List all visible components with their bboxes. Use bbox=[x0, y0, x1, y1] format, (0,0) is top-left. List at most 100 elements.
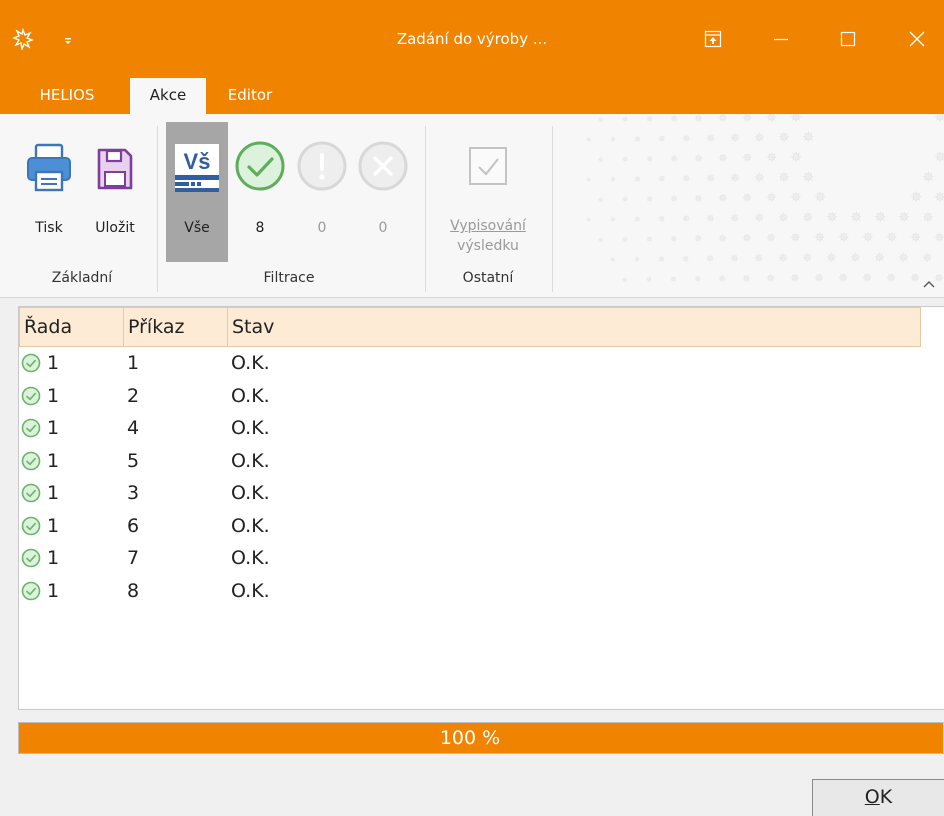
results-grid[interactable]: Řada Příkaz Stav 1 1 O.K. 1 2 O.K. 1 4 O.K. 1 5 O.K… bbox=[18, 306, 944, 710]
minimize-icon[interactable] bbox=[770, 28, 792, 50]
check-circle-icon bbox=[21, 353, 41, 373]
svg-text:✵: ✵ bbox=[658, 134, 666, 145]
table-row[interactable]: 1 8 O.K. bbox=[19, 575, 921, 607]
svg-text:✵: ✵ bbox=[670, 194, 678, 205]
cell-rada: 1 bbox=[47, 514, 60, 537]
save-icon bbox=[97, 148, 133, 190]
svg-text:✵: ✵ bbox=[598, 236, 604, 244]
svg-text:✵: ✵ bbox=[682, 174, 691, 185]
cell-prikaz: 6 bbox=[127, 514, 140, 537]
tab-akce[interactable]: Akce bbox=[130, 78, 206, 114]
svg-text:✵: ✵ bbox=[694, 152, 703, 165]
cell-rada: 1 bbox=[47, 547, 60, 569]
ok-button-label: OK bbox=[864, 786, 893, 808]
check-circle-icon bbox=[21, 581, 41, 600]
cell-prikaz: 7 bbox=[127, 547, 140, 569]
table-row[interactable]: 1 7 O.K. bbox=[19, 542, 921, 574]
group-label-zakladni: Základní bbox=[51, 270, 113, 286]
print-result-button[interactable]: Vypisování výsledku bbox=[436, 122, 540, 262]
progress-label: 100 % bbox=[439, 727, 501, 749]
group-label-ostatni: Ostatní bbox=[462, 270, 514, 286]
svg-text:✵: ✵ bbox=[706, 132, 715, 145]
svg-text:✵: ✵ bbox=[646, 155, 654, 165]
ok-button[interactable]: OK bbox=[812, 779, 944, 816]
table-row[interactable]: 1 3 O.K. bbox=[19, 477, 921, 509]
svg-text:✵: ✵ bbox=[718, 191, 728, 205]
check-circle-icon bbox=[21, 386, 41, 405]
check-circle-icon bbox=[21, 548, 41, 568]
svg-text:✵: ✵ bbox=[754, 131, 765, 146]
svg-text:✵: ✵ bbox=[814, 189, 826, 206]
table-row[interactable]: 1 6 O.K. bbox=[19, 510, 921, 542]
svg-text:✵: ✵ bbox=[910, 188, 922, 206]
column-header-prikaz[interactable]: Příkaz bbox=[124, 308, 228, 346]
svg-text:✵: ✵ bbox=[790, 271, 800, 285]
svg-text:✵: ✵ bbox=[838, 270, 848, 285]
svg-text:✵: ✵ bbox=[802, 168, 814, 186]
svg-text:✵: ✵ bbox=[622, 155, 629, 164]
cell-prikaz: 5 bbox=[127, 449, 140, 472]
maximize-icon[interactable] bbox=[837, 28, 859, 50]
svg-text:✵: ✵ bbox=[586, 176, 592, 184]
svg-text:✵: ✵ bbox=[790, 190, 802, 206]
table-row[interactable]: 1 1 O.K. bbox=[19, 347, 921, 379]
error-circle-icon bbox=[358, 141, 408, 191]
cell-rada: 1 bbox=[47, 384, 60, 407]
cell-stav: O.K. bbox=[231, 417, 270, 439]
svg-text:✵: ✵ bbox=[598, 156, 604, 164]
close-icon[interactable] bbox=[906, 28, 928, 50]
svg-text:✵: ✵ bbox=[802, 128, 815, 146]
svg-text:✵: ✵ bbox=[634, 215, 641, 224]
column-header-rada[interactable]: Řada bbox=[20, 308, 124, 346]
svg-text:✵: ✵ bbox=[814, 271, 824, 285]
restore-ribbon-icon[interactable] bbox=[702, 28, 724, 50]
cell-prikaz: 3 bbox=[127, 482, 140, 504]
filter-warning-button[interactable]: 0 bbox=[292, 122, 352, 262]
svg-text:✵: ✵ bbox=[742, 114, 753, 125]
tab-helios[interactable]: HELIOS bbox=[24, 78, 110, 114]
title-bar: Zadání do výroby ... bbox=[0, 0, 944, 78]
filter-error-button[interactable]: 0 bbox=[354, 122, 412, 262]
svg-text:✵: ✵ bbox=[598, 116, 604, 124]
cell-prikaz: 2 bbox=[127, 384, 140, 407]
filter-ok-button[interactable]: 8 bbox=[232, 122, 288, 262]
svg-text:✵: ✵ bbox=[634, 174, 641, 184]
svg-text:✵: ✵ bbox=[694, 193, 703, 205]
column-header-stav[interactable]: Stav bbox=[228, 308, 920, 346]
svg-text:✵: ✵ bbox=[922, 168, 935, 186]
filter-all-button[interactable]: Vš Vše bbox=[166, 122, 228, 262]
cell-rada: 1 bbox=[47, 352, 60, 374]
svg-text:✵: ✵ bbox=[934, 190, 944, 206]
svg-text:✵: ✵ bbox=[754, 251, 764, 265]
svg-text:✵: ✵ bbox=[778, 211, 789, 226]
collapse-ribbon-icon[interactable] bbox=[922, 278, 936, 290]
svg-text:✵: ✵ bbox=[610, 175, 616, 184]
svg-text:✵: ✵ bbox=[826, 251, 837, 266]
table-row[interactable]: 1 4 O.K. bbox=[19, 412, 921, 444]
svg-text:✵: ✵ bbox=[778, 251, 788, 265]
progress-bar: 100 % bbox=[18, 722, 944, 754]
tab-editor[interactable]: Editor bbox=[218, 78, 282, 114]
save-button[interactable]: Uložit bbox=[84, 122, 146, 262]
table-row[interactable]: 1 2 O.K. bbox=[19, 380, 921, 412]
svg-text:✵: ✵ bbox=[634, 134, 641, 144]
svg-text:✵: ✵ bbox=[670, 235, 678, 245]
svg-text:✵: ✵ bbox=[658, 254, 665, 264]
svg-text:✵: ✵ bbox=[838, 230, 850, 246]
cell-stav: O.K. bbox=[231, 547, 270, 569]
print-button[interactable]: Tisk bbox=[18, 122, 80, 262]
svg-text:✵: ✵ bbox=[694, 114, 703, 125]
svg-text:✵: ✵ bbox=[718, 232, 727, 245]
table-row[interactable]: 1 5 O.K. bbox=[19, 445, 921, 477]
printer-icon bbox=[27, 143, 71, 192]
print-result-label-line2: výsledku bbox=[457, 238, 519, 254]
check-circle-icon bbox=[235, 141, 285, 191]
filter-error-count: 0 bbox=[378, 220, 388, 236]
svg-text:✵: ✵ bbox=[874, 251, 885, 266]
svg-text:✵: ✵ bbox=[622, 235, 628, 244]
print-result-label-line1: Vypisování bbox=[450, 218, 526, 234]
ribbon-separator bbox=[425, 126, 426, 292]
svg-text:✵: ✵ bbox=[754, 210, 764, 225]
svg-text:✵: ✵ bbox=[886, 270, 896, 285]
save-label: Uložit bbox=[95, 220, 135, 236]
